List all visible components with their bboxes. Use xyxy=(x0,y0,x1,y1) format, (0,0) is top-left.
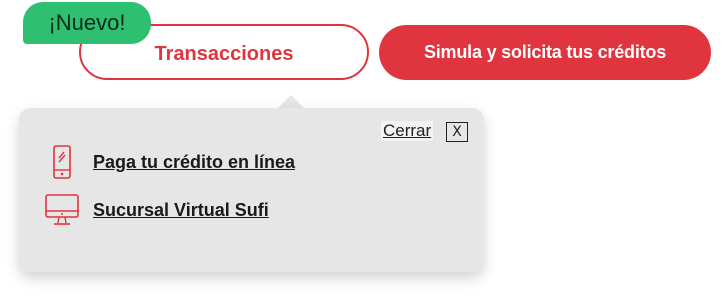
popover-arrow xyxy=(277,95,305,109)
menu-item-virtual-branch[interactable]: Sucursal Virtual Sufi xyxy=(44,192,269,228)
simulate-credit-button[interactable]: Simula y solicita tus créditos xyxy=(379,25,711,80)
page: Transacciones ¡Nuevo! Simula y solicita … xyxy=(0,0,726,300)
menu-item-pay-credit[interactable]: Paga tu crédito en línea xyxy=(44,144,295,180)
desktop-monitor-icon xyxy=(44,192,80,228)
close-x-button[interactable]: X xyxy=(446,122,468,142)
new-badge-label: ¡Nuevo! xyxy=(48,10,126,35)
menu-item-pay-credit-label: Paga tu crédito en línea xyxy=(93,151,296,172)
new-badge: ¡Nuevo! xyxy=(23,2,151,44)
mobile-phone-icon xyxy=(44,144,80,180)
close-link[interactable]: Cerrar xyxy=(381,121,434,141)
menu-item-virtual-branch-label: Sucursal Virtual Sufi xyxy=(93,199,269,220)
transacciones-label: Transacciones xyxy=(154,42,294,65)
simulate-credit-label: Simula y solicita tus créditos xyxy=(423,42,667,62)
